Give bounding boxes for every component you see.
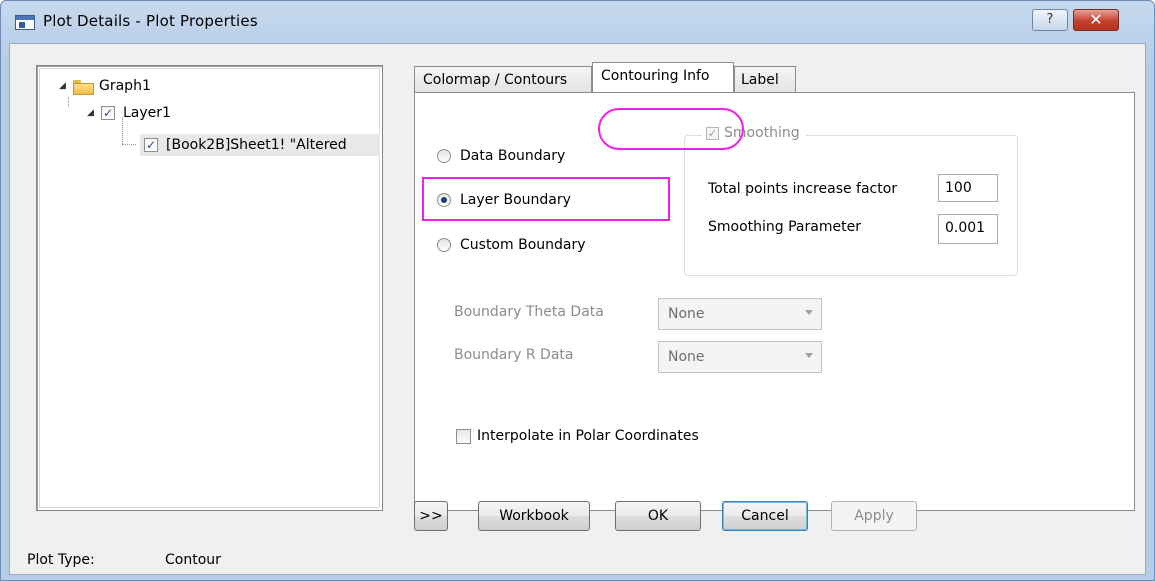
tab-label: Label [741, 72, 779, 88]
layer-visible-checkbox[interactable]: ✓ [101, 106, 115, 120]
tree-item-label: [Book2B]Sheet1! "Altered [166, 137, 347, 153]
smoothing-parameter-input[interactable]: 0.001 [938, 214, 998, 244]
close-button[interactable]: ✕ [1073, 9, 1119, 31]
plot-type-label: Plot Type: [27, 552, 95, 568]
dropdown-arrow-icon [805, 310, 813, 315]
tab-highlight-oval [598, 108, 744, 150]
checkbox-label: Interpolate in Polar Coordinates [477, 428, 699, 444]
window-title: Plot Details - Plot Properties [43, 12, 258, 30]
expander-expanded-icon[interactable]: ◢ [59, 81, 69, 91]
total-points-input[interactable]: 100 [938, 174, 998, 202]
dialog-client-area: ◢ Graph1 ◢ ✓ Layer1 ✓ [Book2B]Sheet1! "A… [9, 43, 1146, 575]
tab-label: Colormap / Contours [423, 72, 568, 88]
expand-button[interactable]: >> [414, 501, 448, 531]
radio-label: Data Boundary [460, 148, 566, 164]
boundary-theta-label: Boundary Theta Data [454, 304, 604, 320]
data-boundary-radio[interactable]: Data Boundary [437, 148, 565, 164]
custom-boundary-radio[interactable]: Custom Boundary [437, 237, 586, 253]
tab-label: Contouring Info [601, 68, 710, 84]
radio-button[interactable] [437, 149, 451, 163]
tab-contouring-info[interactable]: Contouring Info [592, 62, 734, 92]
radio-button[interactable] [437, 238, 451, 252]
tree-connector [122, 144, 136, 145]
plot-tree-view[interactable]: ◢ Graph1 ◢ ✓ Layer1 ✓ [Book2B]Sheet1! "A… [36, 65, 383, 511]
dropdown-arrow-icon [805, 353, 813, 358]
ok-button[interactable]: OK [615, 501, 701, 531]
interpolate-polar-checkbox[interactable]: Interpolate in Polar Coordinates [456, 428, 699, 444]
app-window-icon [15, 15, 35, 30]
layer-boundary-highlight [422, 177, 670, 221]
tree-item-graph1[interactable]: ◢ Graph1 [59, 76, 151, 96]
tab-colormap-contours[interactable]: Colormap / Contours [414, 66, 592, 92]
cancel-button[interactable]: Cancel [722, 501, 808, 531]
help-button[interactable]: ? [1032, 9, 1068, 31]
boundary-r-dropdown[interactable]: None [658, 341, 822, 373]
plot-details-window: Plot Details - Plot Properties ? ✕ ◢ Gra… [0, 0, 1155, 581]
tree-connector [68, 97, 69, 107]
tree-item-label: Layer1 [123, 105, 171, 121]
boundary-theta-dropdown[interactable]: None [658, 298, 822, 330]
boundary-r-label: Boundary R Data [454, 347, 574, 363]
folder-icon [73, 79, 94, 95]
smoothing-group [684, 135, 1018, 276]
tree-item-plot[interactable]: ✓ [Book2B]Sheet1! "Altered [140, 134, 380, 156]
expander-expanded-icon[interactable]: ◢ [87, 108, 97, 118]
dropdown-value: None [668, 349, 705, 365]
radio-label: Custom Boundary [460, 237, 586, 253]
checkbox-box[interactable] [456, 428, 471, 444]
tree-item-label: Graph1 [99, 78, 151, 94]
tab-label-settings[interactable]: Label [734, 66, 796, 92]
workbook-button[interactable]: Workbook [478, 501, 590, 531]
dropdown-value: None [668, 306, 705, 322]
title-bar[interactable]: Plot Details - Plot Properties ? ✕ [1, 1, 1154, 43]
plot-type-value: Contour [165, 552, 221, 568]
apply-button[interactable]: Apply [831, 501, 917, 531]
total-points-label: Total points increase factor [708, 181, 898, 197]
smoothing-parameter-label: Smoothing Parameter [708, 219, 861, 235]
tree-item-layer1[interactable]: ◢ ✓ Layer1 [87, 103, 171, 123]
plot-visible-checkbox[interactable]: ✓ [144, 138, 158, 152]
